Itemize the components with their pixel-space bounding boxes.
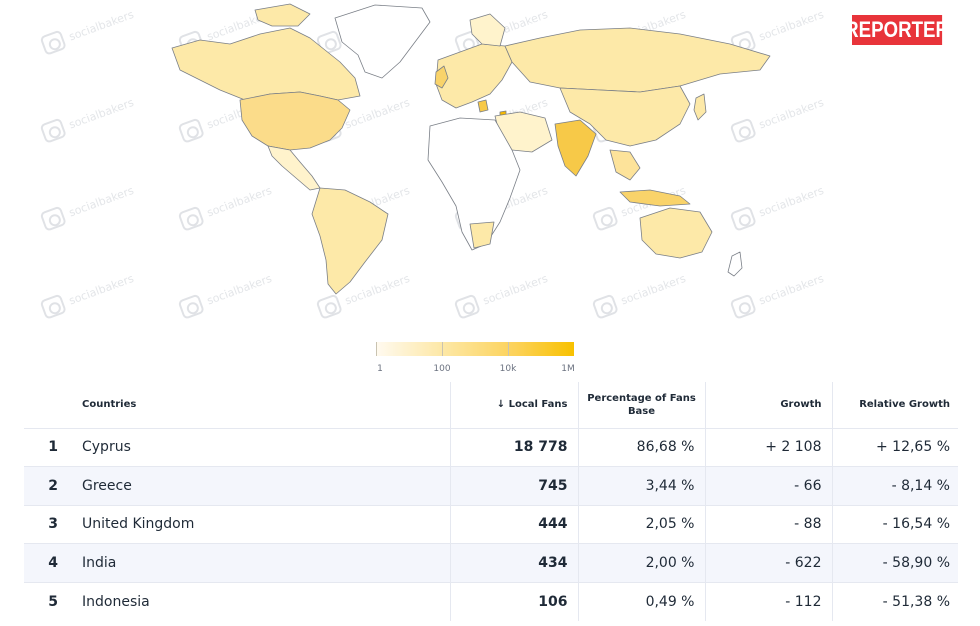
- table-header-row: Countries ↓ Local Fans Percentage of Fan…: [24, 382, 958, 428]
- row-country: Cyprus: [70, 427, 450, 467]
- legend-label: 1M: [561, 364, 575, 374]
- row-growth: + 2 108: [704, 427, 832, 467]
- row-growth: - 622: [704, 543, 832, 582]
- row-percentage: 2,05 %: [577, 504, 705, 544]
- table-row: 4 India 434 2,00 % - 622 - 58,90 %: [24, 543, 958, 582]
- watermark: socialbakers: [39, 92, 136, 144]
- row-local-fans: 434: [449, 543, 578, 582]
- countries-table: Countries ↓ Local Fans Percentage of Fan…: [24, 382, 958, 621]
- map-region-southeast-asia[interactable]: [609, 149, 641, 181]
- row-percentage: 0,49 %: [577, 581, 705, 621]
- socialbakers-logo-icon: [39, 117, 67, 144]
- rank-header: [24, 382, 70, 428]
- row-percentage: 3,44 %: [577, 466, 705, 505]
- watermark: socialbakers: [39, 180, 136, 232]
- row-local-fans: 745: [449, 466, 578, 505]
- row-percentage: 86,68 %: [577, 427, 705, 467]
- row-rank: 1: [24, 427, 70, 467]
- growth-header[interactable]: Growth: [704, 382, 832, 428]
- row-relative-growth: - 16,54 %: [831, 504, 958, 544]
- legend-labels: 1 100 10k 1M: [376, 364, 576, 380]
- countries-header[interactable]: Countries: [70, 382, 450, 428]
- legend-tick: [376, 342, 377, 356]
- row-relative-growth: - 51,38 %: [831, 581, 958, 621]
- map-region-usa[interactable]: [239, 91, 351, 151]
- row-country: Greece: [70, 466, 450, 505]
- row-growth: - 88: [704, 504, 832, 544]
- table-row: 2 Greece 745 3,44 % - 66 - 8,14 %: [24, 466, 958, 505]
- map-region-south-africa[interactable]: [469, 221, 495, 249]
- relative-growth-header[interactable]: Relative Growth: [831, 382, 958, 428]
- map-region-scandinavia[interactable]: [469, 13, 506, 47]
- legend-color-scale: [376, 342, 574, 356]
- legend-tick: [508, 342, 509, 356]
- map-legend: 1 100 10k 1M: [376, 342, 576, 380]
- row-rank: 4: [24, 543, 70, 582]
- map-region-new-zealand[interactable]: [727, 251, 743, 277]
- table-row: 3 United Kingdom 444 2,05 % - 88 - 16,54…: [24, 504, 958, 544]
- row-rank: 2: [24, 466, 70, 505]
- row-local-fans: 444: [449, 504, 578, 544]
- socialbakers-logo-icon: [39, 293, 67, 320]
- watermark: socialbakers: [39, 268, 136, 320]
- map-region-india[interactable]: [554, 119, 597, 177]
- map-region-indonesia[interactable]: [619, 189, 691, 207]
- reporter-logo: REPORTER: [845, 15, 949, 45]
- legend-label: 100: [433, 364, 451, 374]
- legend-label: 1: [377, 364, 383, 374]
- row-percentage: 2,00 %: [577, 543, 705, 582]
- map-region-canada[interactable]: [171, 27, 361, 101]
- row-rank: 3: [24, 504, 70, 544]
- row-relative-growth: + 12,65 %: [831, 427, 958, 467]
- table-row: 5 Indonesia 106 0,49 % - 112 - 51,38 %: [24, 581, 958, 621]
- map-region-arctic-islands[interactable]: [254, 3, 311, 27]
- row-country: India: [70, 543, 450, 582]
- map-region-greece[interactable]: [477, 99, 489, 113]
- map-region-mexico[interactable]: [267, 145, 321, 191]
- map-region-japan[interactable]: [693, 93, 707, 121]
- map-region-russia[interactable]: [504, 27, 771, 93]
- row-growth: - 112: [704, 581, 832, 621]
- legend-tick: [442, 342, 443, 356]
- row-local-fans: 18 778: [449, 427, 578, 467]
- socialbakers-logo-icon: [39, 29, 67, 56]
- table-row: 1 Cyprus 18 778 86,68 % + 2 108 + 12,65 …: [24, 427, 958, 467]
- map-region-australia[interactable]: [639, 207, 713, 259]
- row-relative-growth: - 8,14 %: [831, 466, 958, 505]
- row-country: Indonesia: [70, 581, 450, 621]
- percentage-header[interactable]: Percentage of Fans Base: [577, 382, 705, 428]
- watermark: socialbakers: [39, 4, 136, 56]
- row-rank: 5: [24, 581, 70, 621]
- row-local-fans: 106: [449, 581, 578, 621]
- world-map: [171, 3, 771, 295]
- legend-label: 10k: [499, 364, 517, 374]
- local-fans-header[interactable]: ↓ Local Fans: [449, 382, 578, 428]
- map-region-south-america[interactable]: [311, 187, 389, 295]
- socialbakers-logo-icon: [39, 205, 67, 232]
- row-country: United Kingdom: [70, 504, 450, 544]
- map-region-greenland[interactable]: [334, 4, 431, 79]
- row-relative-growth: - 58,90 %: [831, 543, 958, 582]
- row-growth: - 66: [704, 466, 832, 505]
